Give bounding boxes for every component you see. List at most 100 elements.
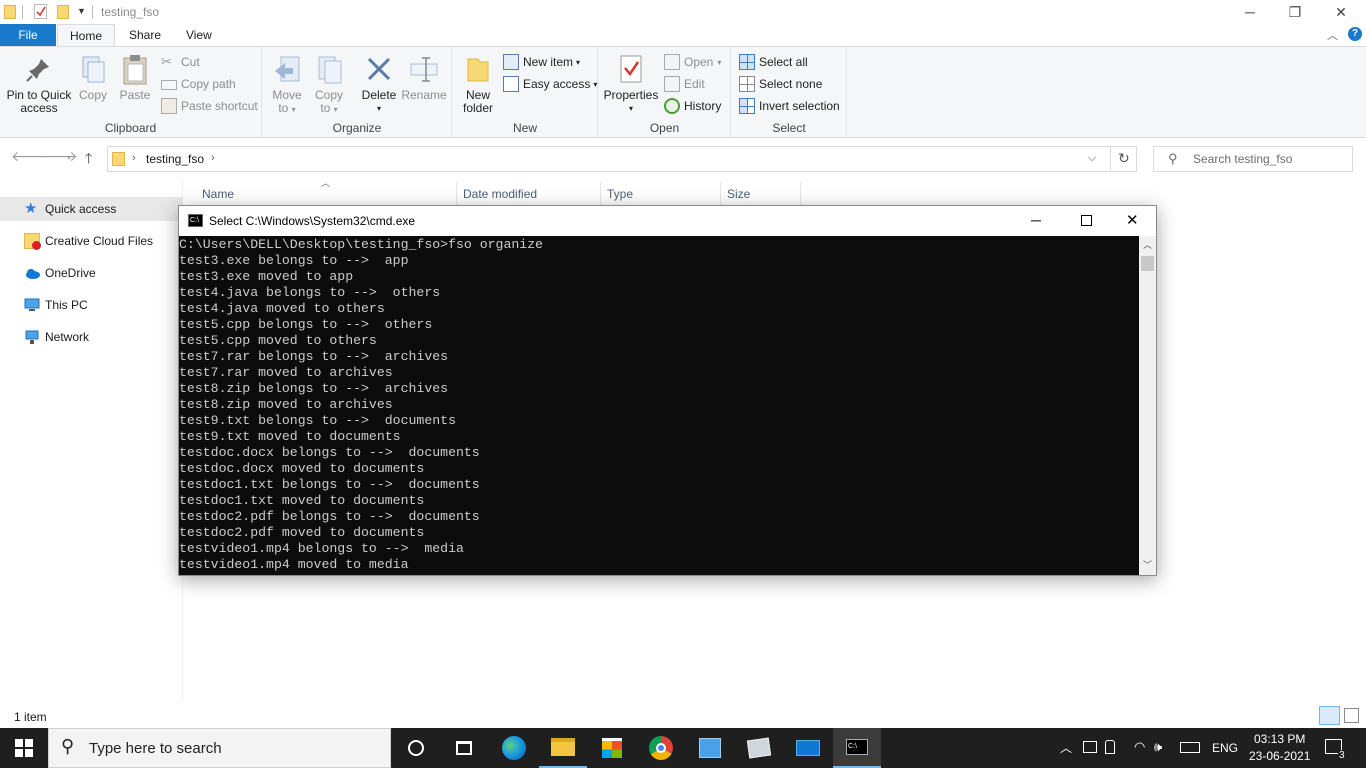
taskbar-search-placeholder: Type here to search [89, 740, 222, 757]
cut-label: Cut [181, 55, 200, 69]
history-button[interactable]: History [664, 96, 721, 116]
properties-button[interactable]: Properties ▾ [603, 53, 659, 115]
tab-home[interactable]: Home [57, 24, 116, 47]
control-panel-taskbar-button[interactable] [686, 728, 734, 768]
new-folder-quick-icon[interactable] [57, 5, 69, 19]
cmd-minimize-button[interactable]: ─ [1031, 212, 1041, 228]
restore-button[interactable]: ❐ [1272, 0, 1318, 24]
clock-time[interactable]: 03:13 PM [1254, 732, 1305, 746]
star-icon: ★ [24, 200, 38, 217]
easy-access-button[interactable]: Easy access ▾ [503, 74, 597, 94]
new-item-button[interactable]: New item ▾ [503, 52, 580, 72]
mail-taskbar-button[interactable] [784, 728, 832, 768]
move-to-button[interactable]: Move to ▾ [269, 53, 305, 116]
chrome-taskbar-button[interactable] [637, 728, 685, 768]
cortana-button[interactable] [392, 728, 440, 768]
address-path-box[interactable]: › testing_fso › ⌵ [107, 146, 1137, 172]
cmd-title-bar[interactable]: C:\ Select C:\Windows\System32\cmd.exe ─… [179, 206, 1156, 236]
breadcrumb-current[interactable]: testing_fso [146, 152, 204, 166]
input-language[interactable]: ENG [1212, 741, 1238, 755]
select-none-button[interactable]: Select none [739, 74, 822, 94]
paste-shortcut-button[interactable]: Paste shortcut [161, 96, 258, 116]
people-icon[interactable] [1105, 740, 1115, 754]
cmd-maximize-button[interactable] [1081, 215, 1092, 226]
column-header-date[interactable]: Date modified [463, 187, 537, 201]
organize-group: Move to ▾ Copy to ▾ Delete ▾ Rename Orga… [263, 47, 452, 138]
scroll-down-chevron-icon[interactable]: ﹀ [1143, 558, 1152, 571]
refresh-icon[interactable]: ↻ [1118, 150, 1130, 167]
properties-quick-icon[interactable] [34, 4, 47, 19]
show-hidden-icons-chevron[interactable]: ︿ [1060, 739, 1072, 756]
delete-button[interactable]: Delete ▾ [359, 53, 399, 115]
organize-group-label: Organize [332, 121, 382, 135]
invert-selection-button[interactable]: Invert selection [739, 96, 840, 116]
keyboard-icon[interactable] [1180, 742, 1200, 753]
search-input[interactable]: ⚲ Search testing_fso [1153, 146, 1353, 172]
customize-toolbar-icon[interactable]: ▼ [77, 6, 86, 16]
scrollbar-thumb[interactable] [1141, 256, 1154, 271]
console-line: test5.cpp belongs to --> others [179, 317, 433, 332]
copy-path-icon [161, 80, 177, 90]
edge-taskbar-button[interactable] [490, 728, 538, 768]
large-icons-view-icon[interactable] [1344, 708, 1359, 723]
task-view-button[interactable] [440, 728, 488, 768]
store-taskbar-button[interactable] [588, 728, 636, 768]
edit-button[interactable]: Edit [664, 74, 705, 94]
up-arrow-icon[interactable]: 🡑 [85, 148, 92, 172]
rename-button[interactable]: Rename [401, 53, 447, 102]
tab-view[interactable]: View [174, 24, 224, 47]
copy-button[interactable]: Copy [76, 53, 110, 102]
taskbar-search-box[interactable]: ⚲ Type here to search [48, 728, 391, 768]
new-folder-button[interactable]: New folder [459, 53, 497, 115]
tab-share[interactable]: Share [117, 24, 173, 47]
nav-item-quick-access[interactable]: ★ Quick access [0, 197, 183, 221]
cut-button[interactable]: ✂ Cut [161, 52, 200, 72]
column-header-type[interactable]: Type [607, 187, 633, 201]
clock-date[interactable]: 23-06-2021 [1249, 749, 1310, 763]
column-header-name[interactable]: Name [202, 187, 234, 201]
copy-to-button[interactable]: Copy to ▾ [311, 53, 347, 116]
cmd-scrollbar[interactable]: ︿ ﹀ [1139, 236, 1156, 575]
cmd-console-output[interactable]: C:\Users\DELL\Desktop\testing_fso>fso or… [179, 236, 1139, 575]
collapse-ribbon-icon[interactable]: ︿ [1327, 27, 1338, 43]
rename-icon [408, 53, 440, 85]
nav-item-creative-cloud[interactable]: Creative Cloud Files [0, 229, 183, 253]
cmd-close-button[interactable]: ✕ [1126, 211, 1139, 229]
help-icon[interactable]: ? [1348, 27, 1362, 41]
cmd-taskbar-button[interactable]: C:\ [833, 728, 881, 768]
search-icon: ⚲ [1168, 151, 1178, 166]
close-button[interactable]: ✕ [1318, 0, 1364, 24]
open-icon [664, 54, 680, 70]
console-line: test7.rar belongs to --> archives [179, 349, 449, 364]
cmd-window[interactable]: C:\ Select C:\Windows\System32\cmd.exe ─… [178, 205, 1157, 576]
pin-icon [23, 53, 55, 85]
file-explorer-taskbar-button[interactable] [539, 728, 587, 768]
scroll-up-chevron-icon[interactable]: ︿ [1143, 238, 1152, 251]
recent-locations-chevron-icon[interactable]: ▾ [67, 153, 71, 162]
breadcrumb-separator-icon[interactable]: › [211, 152, 215, 164]
select-none-label: Select none [759, 77, 823, 91]
minimize-button[interactable]: ─ [1227, 0, 1273, 24]
copy-path-button[interactable]: Copy path [161, 74, 236, 94]
details-view-icon[interactable] [1319, 706, 1340, 725]
start-button[interactable] [0, 728, 48, 768]
forward-arrow-icon[interactable]: 🡒 [40, 148, 78, 165]
tab-file[interactable]: File [0, 24, 56, 47]
address-dropdown-chevron-icon[interactable]: ⌵ [1088, 152, 1096, 165]
select-all-button[interactable]: Select all [739, 52, 808, 72]
volume-icon[interactable]: 🕪 [1154, 739, 1162, 755]
paste-button[interactable]: Paste [116, 53, 154, 102]
wifi-icon[interactable]: ◠ [1134, 739, 1145, 755]
open-button[interactable]: Open ▾ [664, 52, 721, 72]
new-folder-icon [462, 53, 494, 85]
nav-item-network[interactable]: Network [0, 325, 183, 349]
computer-icon [24, 297, 40, 313]
pin-to-quick-access-button[interactable]: Pin to Quick access [4, 53, 74, 115]
breadcrumb-separator-icon[interactable]: › [132, 152, 136, 164]
column-header-size[interactable]: Size [727, 187, 750, 201]
nav-item-onedrive[interactable]: OneDrive [0, 261, 183, 285]
device-icon[interactable] [1083, 741, 1097, 753]
nav-item-this-pc[interactable]: This PC [0, 293, 183, 317]
console-line: test3.exe belongs to --> app [179, 253, 409, 268]
photos-taskbar-button[interactable] [735, 728, 783, 768]
